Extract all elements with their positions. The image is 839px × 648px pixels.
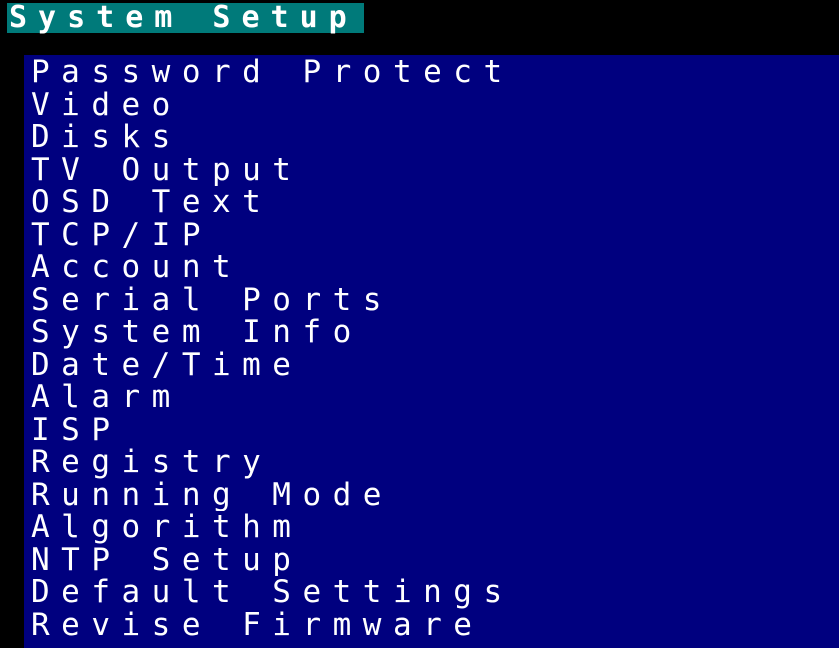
menu-item-tv-output[interactable]: TV Output <box>24 154 839 187</box>
menu-item-serial-ports[interactable]: Serial Ports <box>24 284 839 317</box>
menu-item-registry[interactable]: Registry <box>24 446 839 479</box>
menu-item-running-mode[interactable]: Running Mode <box>24 479 839 512</box>
page-title: System Setup <box>9 0 358 35</box>
menu-item-osd-text[interactable]: OSD Text <box>24 186 839 219</box>
menu-item-default-settings[interactable]: Default Settings <box>24 576 839 609</box>
menu-item-revise-firmware[interactable]: Revise Firmware <box>24 609 839 642</box>
menu-item-date-time[interactable]: Date/Time <box>24 349 839 382</box>
menu-item-video[interactable]: Video <box>24 89 839 122</box>
menu-item-tcp-ip[interactable]: TCP/IP <box>24 219 839 252</box>
menu-item-algorithm[interactable]: Algorithm <box>24 511 839 544</box>
menu-item-system-info[interactable]: System Info <box>24 316 839 349</box>
menu-item-password-protect[interactable]: Password Protect <box>24 56 839 89</box>
menu-item-account[interactable]: Account <box>24 251 839 284</box>
menu-item-ntp-setup[interactable]: NTP Setup <box>24 544 839 577</box>
setup-menu: Password Protect Video Disks TV Output O… <box>22 55 839 648</box>
menu-item-alarm[interactable]: Alarm <box>24 381 839 414</box>
title-bar: System Setup <box>7 3 364 33</box>
menu-item-disks[interactable]: Disks <box>24 121 839 154</box>
menu-item-isp[interactable]: ISP <box>24 414 839 447</box>
